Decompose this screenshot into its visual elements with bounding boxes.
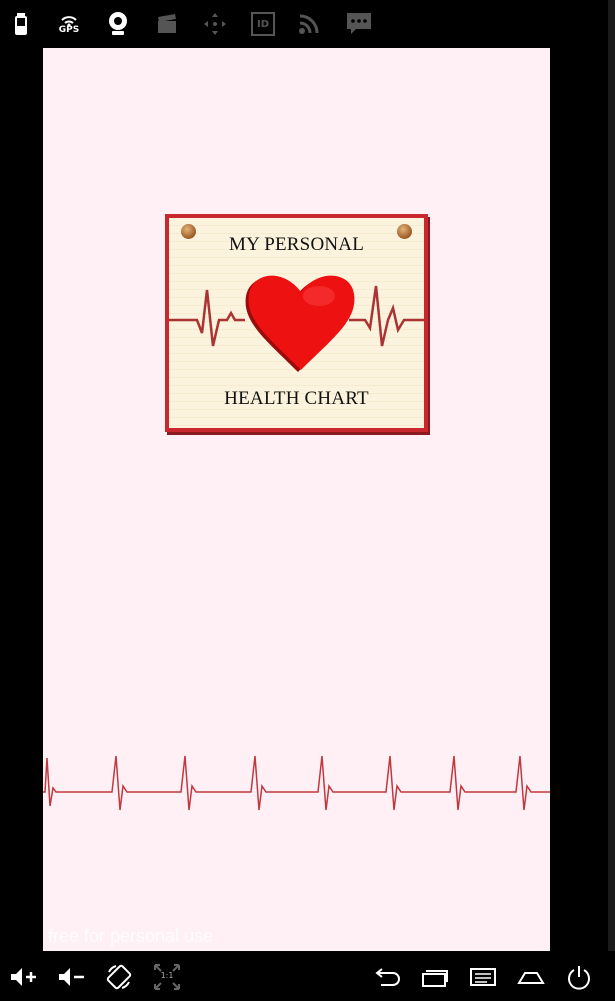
scale-icon[interactable]: 1:1	[152, 963, 182, 991]
logo-title-line1: MY PERSONAL	[228, 234, 365, 255]
heart-ecg-icon	[169, 275, 424, 372]
id-icon[interactable]: ID	[250, 10, 276, 38]
dpad-icon[interactable]	[202, 10, 228, 38]
volume-down-icon[interactable]	[56, 963, 86, 991]
gps-icon[interactable]: GPS	[55, 10, 83, 38]
window-edge	[608, 0, 615, 1001]
volume-up-icon[interactable]	[8, 963, 38, 991]
clapper-icon[interactable]	[155, 10, 179, 38]
logo-title-line2: HEALTH CHART	[224, 388, 369, 409]
watermark-text: free for personal use	[48, 926, 214, 946]
menu-icon[interactable]	[468, 963, 498, 991]
ecg-line-decoration	[43, 755, 550, 811]
home-icon[interactable]	[516, 963, 546, 991]
message-icon[interactable]	[345, 10, 373, 38]
recent-apps-icon[interactable]	[420, 963, 450, 991]
gps-label: GPS	[58, 24, 80, 35]
logo-paper: MY PERSONAL HEALTH CHART	[169, 218, 424, 428]
rss-icon[interactable]	[296, 10, 322, 38]
webcam-icon[interactable]	[105, 10, 131, 38]
id-label: ID	[251, 12, 275, 36]
battery-icon[interactable]	[12, 10, 30, 38]
health-chart-logo: MY PERSONAL HEALTH CHART	[165, 214, 428, 432]
rotate-icon[interactable]	[104, 963, 134, 991]
status-bar: GPS ID	[0, 0, 615, 48]
power-icon[interactable]	[564, 963, 594, 991]
nav-bar: 1:1	[0, 951, 615, 1001]
app-screen: MY PERSONAL HEALTH CHART free for person…	[43, 48, 550, 951]
back-icon[interactable]	[372, 963, 402, 991]
scale-label: 1:1	[160, 971, 174, 980]
